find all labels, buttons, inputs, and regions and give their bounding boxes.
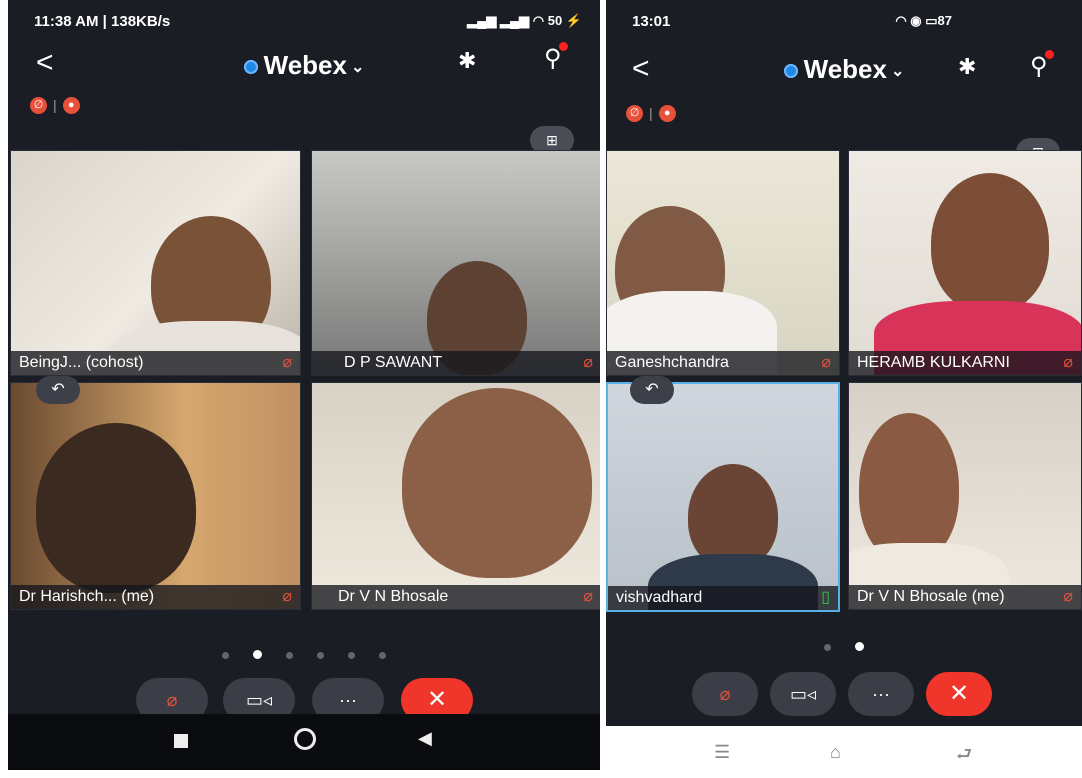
status-time: 13:01 bbox=[632, 13, 671, 30]
chevron-down-icon: ⌄ bbox=[350, 59, 365, 77]
video-tile[interactable]: Ganeshchandra ⌀ bbox=[606, 150, 840, 376]
bluetooth-icon[interactable]: ✱ bbox=[458, 48, 476, 74]
participant-video bbox=[36, 423, 196, 593]
mic-muted-icon: ⌀ bbox=[282, 588, 292, 605]
menu-icon[interactable]: ☰ bbox=[714, 742, 730, 763]
video-tile[interactable]: D P SAWANT ⌀ bbox=[311, 150, 600, 376]
participant-video bbox=[402, 388, 592, 578]
status-bar: 13:01 ◠ ◉ ▭87 bbox=[606, 0, 1082, 42]
mute-icon: ⌀ bbox=[166, 690, 178, 710]
page-dot[interactable] bbox=[824, 644, 831, 651]
mic-muted-icon: ⌀ bbox=[1063, 588, 1073, 605]
muted-indicator-icon: ∅ bbox=[30, 96, 47, 114]
more-icon: ··· bbox=[339, 690, 357, 710]
video-tile[interactable]: Dr Harishch... (me) ⌀ bbox=[10, 382, 301, 610]
app-bar: < Webex ⌄ ✱ ⚲ bbox=[8, 42, 600, 90]
reply-icon[interactable]: ↶ bbox=[630, 376, 674, 404]
app-bar: < Webex ⌄ ✱ ⚲ bbox=[606, 42, 1082, 90]
bluetooth-icon[interactable]: ✱ bbox=[958, 54, 976, 80]
video-tile[interactable]: Dr V N Bhosale ⌀ bbox=[311, 382, 600, 610]
app-title[interactable]: Webex ⌄ bbox=[8, 50, 600, 81]
video-icon: ▭◃ bbox=[789, 684, 817, 704]
status-icons: ▂▄▆ ▂▄▆ ◠ 50 ⚡ bbox=[467, 13, 582, 28]
nav-back-icon[interactable]: ⮐ bbox=[956, 742, 972, 772]
page-dot[interactable] bbox=[317, 652, 324, 659]
android-nav-bar: ☰ ⌂ ⮐ bbox=[606, 726, 1082, 778]
participants-icon[interactable]: ⚲ bbox=[1030, 50, 1054, 81]
status-bar: 11:38 AM | 138KB/s ▂▄▆ ▂▄▆ ◠ 50 ⚡ bbox=[8, 0, 600, 42]
muted-indicator-icon: ∅ bbox=[626, 104, 643, 122]
end-call-icon: ✕ bbox=[948, 680, 970, 707]
participant-name: HERAMB KULKARNI bbox=[849, 351, 1081, 375]
battery-level: 50 bbox=[547, 13, 563, 28]
recording-indicator-icon: ● bbox=[62, 96, 80, 114]
more-button[interactable]: ··· bbox=[848, 672, 914, 716]
participant-video bbox=[931, 173, 1049, 313]
video-button[interactable]: ▭◃ bbox=[770, 672, 836, 716]
participants-icon[interactable]: ⚲ bbox=[544, 42, 568, 73]
meeting-indicators: ∅ | ● bbox=[30, 96, 80, 114]
video-tile[interactable]: vishvadhard ▯ bbox=[606, 382, 840, 612]
webex-logo-icon bbox=[243, 60, 258, 75]
participant-name: Dr V N Bhosale bbox=[312, 585, 600, 609]
notification-dot bbox=[558, 42, 568, 51]
status-time: 11:38 AM | 138KB/s bbox=[34, 13, 171, 30]
mic-muted-icon: ⌀ bbox=[583, 588, 593, 605]
participant-name: BeingJ... (cohost) bbox=[11, 351, 300, 375]
page-dot[interactable] bbox=[379, 652, 386, 659]
mic-muted-icon: ⌀ bbox=[282, 354, 292, 371]
android-nav-bar: ◀ bbox=[8, 714, 600, 770]
mic-active-icon: ▯ bbox=[821, 589, 830, 606]
page-dot[interactable] bbox=[855, 642, 864, 651]
home-icon[interactable] bbox=[294, 728, 316, 750]
page-indicator bbox=[606, 638, 1082, 656]
battery-level: 87 bbox=[937, 13, 952, 28]
app-title-text: Webex bbox=[263, 50, 347, 80]
recents-icon[interactable] bbox=[174, 734, 188, 748]
more-icon: ··· bbox=[872, 684, 890, 704]
participant-video bbox=[859, 413, 959, 563]
right-phone-screenshot: 13:01 ◠ ◉ ▭87 < Webex⌄ ✱ ⚲ ∅|● ⊞ Ganeshc… bbox=[606, 0, 1082, 778]
page-dot[interactable] bbox=[222, 652, 229, 659]
status-icons: ◠ ◉ ▭87 bbox=[895, 13, 952, 28]
video-tile[interactable]: BeingJ... (cohost) ⌀ bbox=[10, 150, 301, 376]
page-dot[interactable] bbox=[253, 650, 262, 659]
end-call-icon: ✕ bbox=[426, 686, 448, 713]
notification-dot bbox=[1044, 50, 1054, 59]
mic-muted-icon: ⌀ bbox=[1063, 354, 1073, 371]
video-tile[interactable]: HERAMB KULKARNI ⌀ bbox=[848, 150, 1082, 376]
nav-back-icon[interactable]: ◀ bbox=[418, 728, 432, 749]
left-phone-screenshot: 11:38 AM | 138KB/s ▂▄▆ ▂▄▆ ◠ 50 ⚡ < Webe… bbox=[8, 0, 600, 770]
webex-logo-icon bbox=[783, 64, 798, 79]
mic-muted-icon: ⌀ bbox=[821, 354, 831, 371]
meeting-indicators: ∅ | ● bbox=[626, 104, 676, 122]
page-indicator bbox=[8, 646, 600, 664]
participant-name: D P SAWANT bbox=[312, 351, 600, 375]
page-dot[interactable] bbox=[348, 652, 355, 659]
participant-name: Dr Harishch... (me) bbox=[11, 585, 300, 609]
end-call-button[interactable]: ✕ bbox=[926, 672, 992, 716]
mute-button[interactable]: ⌀ bbox=[692, 672, 758, 716]
app-title-text: Webex bbox=[803, 54, 887, 84]
mute-icon: ⌀ bbox=[719, 684, 731, 704]
home-icon[interactable]: ⌂ bbox=[830, 742, 841, 763]
video-tile[interactable]: Dr V N Bhosale (me) ⌀ bbox=[848, 382, 1082, 610]
recording-indicator-icon: ● bbox=[658, 104, 676, 122]
page-dot[interactable] bbox=[286, 652, 293, 659]
mic-muted-icon: ⌀ bbox=[583, 354, 593, 371]
participant-name: Dr V N Bhosale (me) bbox=[849, 585, 1081, 609]
participant-name: vishvadhard bbox=[608, 586, 838, 610]
video-icon: ▭◃ bbox=[245, 690, 273, 710]
app-title[interactable]: Webex ⌄ bbox=[606, 54, 1082, 85]
reply-icon[interactable]: ↶ bbox=[36, 376, 80, 404]
chevron-down-icon: ⌄ bbox=[890, 63, 905, 81]
participant-name: Ganeshchandra bbox=[607, 351, 839, 375]
